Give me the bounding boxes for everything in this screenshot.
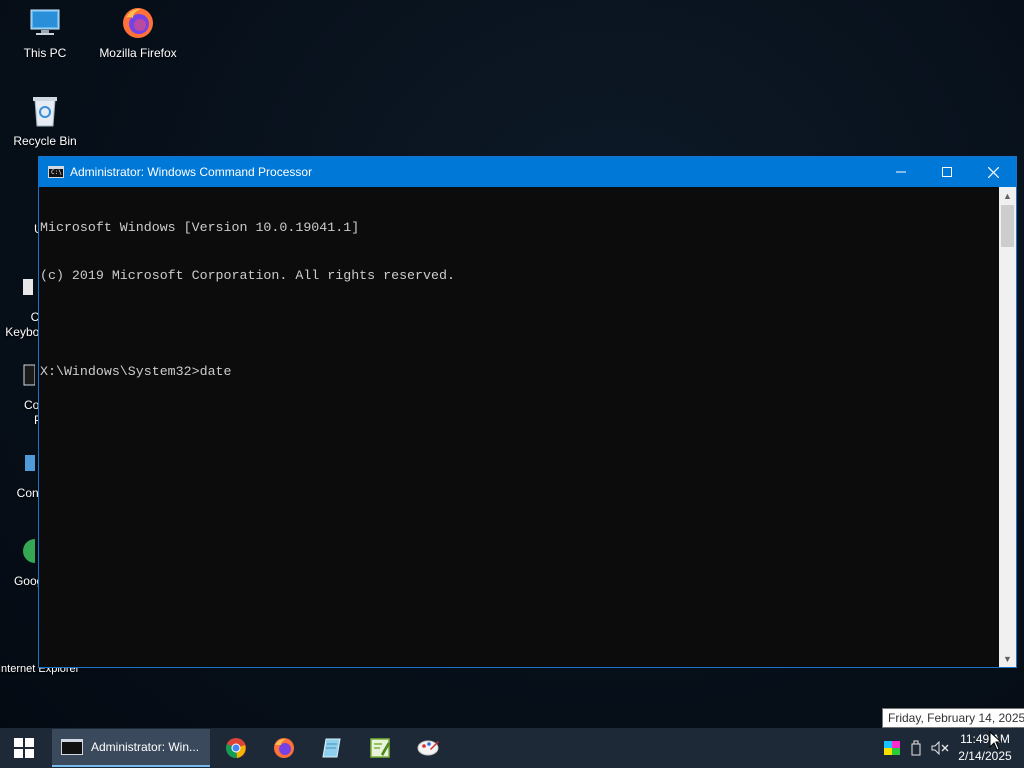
computer-icon [28, 6, 62, 40]
vertical-scrollbar[interactable]: ▲ ▼ [999, 187, 1016, 667]
clock-date: 2/14/2025 [958, 749, 1012, 763]
cmd-taskbar-icon [61, 739, 83, 755]
taskbar-pinned-editor[interactable] [356, 728, 404, 768]
console-line: (c) 2019 Microsoft Corporation. All righ… [40, 268, 455, 283]
minimize-button[interactable] [878, 157, 924, 187]
console-output[interactable]: Microsoft Windows [Version 10.0.19041.1]… [39, 187, 999, 667]
chrome-icon [226, 738, 246, 759]
clock-time: 11:49 AM [960, 732, 1010, 746]
firefox-icon [274, 738, 294, 758]
maximize-button[interactable] [924, 157, 970, 187]
color-palette-icon[interactable] [880, 728, 904, 768]
maximize-icon [942, 167, 952, 177]
editor-icon [370, 738, 390, 758]
volume-muted-icon[interactable] [928, 728, 952, 768]
mouse-cursor-icon [989, 731, 1003, 751]
command-prompt-window[interactable]: C:\ Administrator: Windows Command Proce… [38, 156, 1017, 668]
scrollbar-thumb[interactable] [1001, 205, 1014, 247]
desktop-icon-label: Mozilla Firefox [99, 46, 177, 60]
date-tooltip: Friday, February 14, 2025 [882, 708, 1024, 728]
taskbar-clock[interactable]: 11:49 AM 2/14/2025 [956, 731, 1014, 765]
notepad-icon [322, 738, 341, 758]
console-line: Microsoft Windows [Version 10.0.19041.1] [40, 220, 360, 235]
scroll-down-arrow-icon[interactable]: ▼ [999, 650, 1016, 667]
desktop-icon-label: Recycle Bin [13, 134, 77, 148]
window-title: Administrator: Windows Command Processor [70, 165, 313, 179]
taskbar: Administrator: Win... 11:49 AM 2/14/2025 [0, 728, 1024, 768]
taskbar-item-command-prompt[interactable]: Administrator: Win... [52, 729, 210, 767]
close-icon [987, 166, 999, 178]
recycle-bin-icon [28, 94, 62, 128]
close-button[interactable] [970, 157, 1016, 187]
scroll-up-arrow-icon[interactable]: ▲ [999, 187, 1016, 204]
desktop-icon-recycle-bin[interactable]: Recycle Bin [0, 94, 90, 149]
start-button[interactable] [0, 728, 48, 768]
console-prompt-line: X:\Windows\System32>date [40, 364, 232, 379]
minimize-icon [896, 171, 906, 173]
windows-logo-icon [14, 738, 34, 758]
taskbar-pinned-notepad[interactable] [308, 728, 356, 768]
taskbar-pinned-paint[interactable] [404, 728, 452, 768]
cmd-app-icon[interactable]: C:\ [48, 166, 64, 178]
desktop-icon-label: This PC [23, 46, 67, 60]
usb-icon[interactable] [904, 728, 928, 768]
desktop-icon-firefox[interactable]: Mozilla Firefox [93, 6, 183, 61]
taskbar-item-label: Administrator: Win... [91, 740, 200, 754]
firefox-icon [121, 6, 155, 40]
window-titlebar[interactable]: C:\ Administrator: Windows Command Proce… [39, 157, 1016, 187]
taskbar-pinned-chrome[interactable] [212, 728, 260, 768]
taskbar-pinned-firefox[interactable] [260, 728, 308, 768]
desktop-icon-this-pc[interactable]: This PC [0, 6, 90, 61]
paint-icon [417, 740, 439, 756]
